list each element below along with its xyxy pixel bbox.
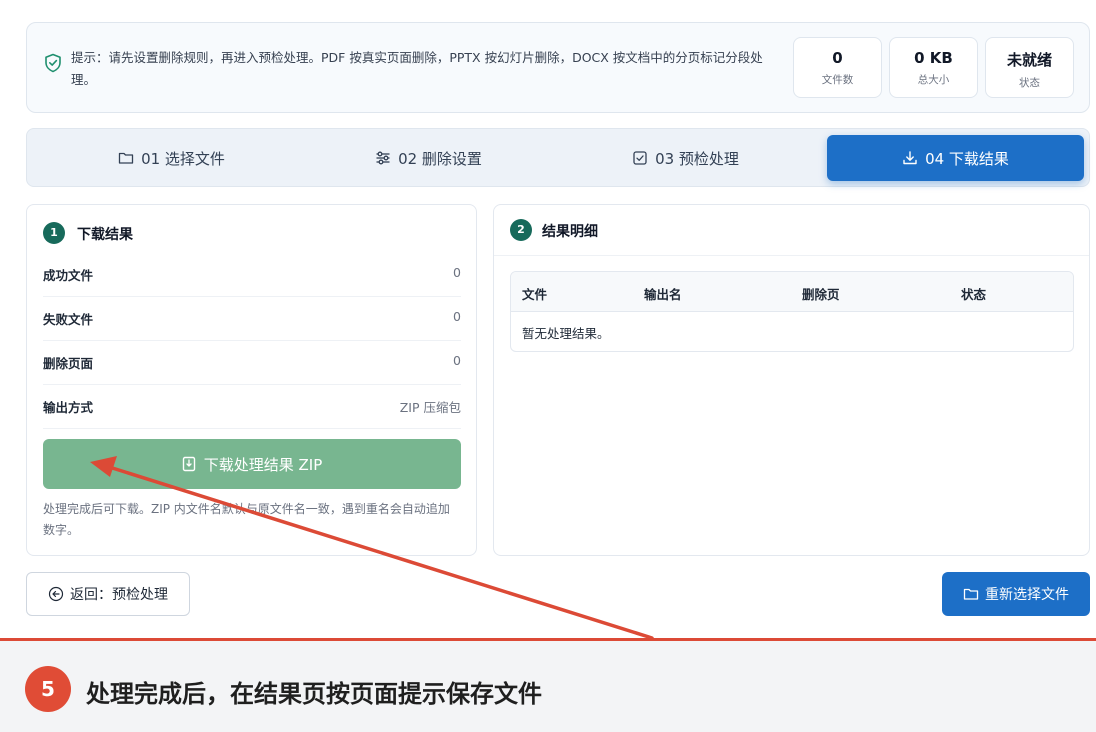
- detail-panel-title: 结果明细: [542, 224, 598, 240]
- tab-label: 02 删除设置: [398, 149, 482, 168]
- stat-status: 未就绪 状态: [985, 37, 1074, 98]
- result-row-success: 成功文件 0: [43, 253, 461, 297]
- download-hint-text: 处理完成后可下载。ZIP 内文件名默认与原文件名一致，遇到重名会自动追加数字。: [43, 502, 450, 537]
- stat-value: 未就绪: [1006, 51, 1052, 69]
- column-header-status: 状态: [961, 287, 987, 302]
- info-banner: 提示：请先设置删除规则，再进入预检处理。PDF 按真实页面删除，PPTX 按幻灯…: [26, 22, 1090, 113]
- row-label: 失败文件: [43, 312, 94, 327]
- stat-value: 0 KB: [914, 49, 953, 67]
- tab-label: 04 下载结果: [925, 149, 1009, 168]
- download-panel: 1 下载结果 成功文件 0 失败文件 0 删除页面 0 输出方式 ZIP 压缩包…: [26, 204, 477, 556]
- tab-label: 01 选择文件: [141, 149, 225, 168]
- checkbox-icon: [633, 151, 647, 165]
- download-zip-button[interactable]: 下载处理结果 ZIP: [43, 439, 461, 489]
- app-window: 提示：请先设置删除规则，再进入预检处理。PDF 按真实页面删除，PPTX 按幻灯…: [0, 0, 1096, 640]
- shield-check-icon: [45, 53, 61, 73]
- back-button-label: 返回：预检处理: [70, 587, 168, 603]
- download-panel-title: 下载结果: [77, 227, 133, 243]
- step-tabs: 01 选择文件 02 删除设置 03 预检处理 04 下载结果: [26, 128, 1090, 187]
- table-header: 文件 输出名 删除页 状态: [511, 272, 1073, 312]
- annotation-divider: [0, 638, 1096, 641]
- arrow-left-circle-icon: [48, 586, 64, 602]
- row-label: 输出方式: [43, 400, 94, 415]
- step-number-badge: 5: [25, 666, 71, 712]
- tab-select-files[interactable]: 01 选择文件: [43, 135, 300, 181]
- folder-icon: [118, 152, 134, 164]
- info-tip-text: 提示：请先设置删除规则，再进入预检处理。PDF 按真实页面删除，PPTX 按幻灯…: [71, 50, 763, 87]
- empty-state-text: 暂无处理结果。: [522, 326, 610, 341]
- sliders-icon: [376, 151, 390, 165]
- reselect-files-button[interactable]: 重新选择文件: [942, 572, 1090, 616]
- stat-label: 状态: [1019, 77, 1040, 89]
- stat-total-size: 0 KB 总大小: [889, 37, 978, 98]
- section-number-badge: 2: [510, 219, 532, 241]
- row-label: 成功文件: [43, 268, 94, 283]
- column-header-output-name: 输出名: [644, 287, 682, 302]
- result-row-failed: 失败文件 0: [43, 297, 461, 341]
- tab-download-results[interactable]: 04 下载结果: [827, 135, 1084, 181]
- row-value: 0: [453, 353, 461, 368]
- row-value: 0: [453, 265, 461, 280]
- tab-label: 03 预检处理: [655, 149, 739, 168]
- folder-icon: [963, 588, 979, 600]
- download-button-label: 下载处理结果 ZIP: [203, 455, 323, 474]
- step-caption: 处理完成后，在结果页按页面提示保存文件: [86, 680, 542, 708]
- reselect-button-label: 重新选择文件: [985, 587, 1069, 603]
- row-value: 0: [453, 309, 461, 324]
- result-detail-panel: 2 结果明细 文件 输出名 删除页 状态 暂无处理结果。: [493, 204, 1090, 556]
- zip-file-icon: [182, 456, 195, 472]
- divider: [494, 255, 1089, 256]
- row-label: 删除页面: [43, 356, 94, 371]
- column-header-file: 文件: [522, 287, 548, 302]
- download-icon: [903, 151, 917, 165]
- tab-precheck[interactable]: 03 预检处理: [557, 135, 814, 181]
- stat-file-count: 0 文件数: [793, 37, 882, 98]
- tab-delete-settings[interactable]: 02 删除设置: [300, 135, 557, 181]
- back-to-precheck-button[interactable]: 返回：预检处理: [26, 572, 190, 616]
- result-table: 文件 输出名 删除页 状态 暂无处理结果。: [510, 271, 1074, 352]
- result-row-deleted-pages: 删除页面 0: [43, 341, 461, 385]
- result-row-output-mode: 输出方式 ZIP 压缩包: [43, 385, 461, 429]
- stat-label: 文件数: [821, 74, 854, 86]
- column-header-deleted-pages: 删除页: [802, 287, 840, 302]
- stat-value: 0: [832, 49, 843, 67]
- stat-label: 总大小: [917, 74, 950, 86]
- section-number-badge: 1: [43, 222, 65, 244]
- row-value: ZIP 压缩包: [399, 400, 461, 415]
